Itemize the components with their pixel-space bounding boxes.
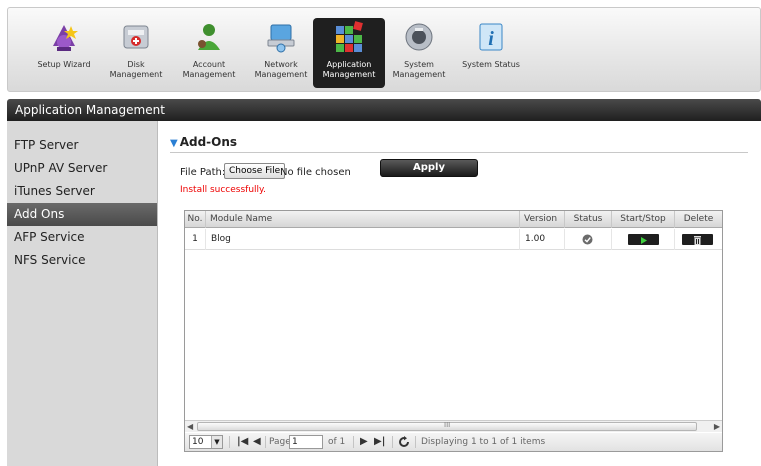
cell-status	[565, 229, 612, 250]
page-number-input[interactable]: 1	[289, 435, 323, 449]
column-header-delete[interactable]: Delete	[675, 211, 722, 228]
divider	[170, 152, 748, 153]
panel-title[interactable]: ▼ Add-Ons	[170, 135, 237, 149]
separator	[265, 436, 266, 448]
toolbar-label-line2: Management	[254, 70, 308, 79]
main-panel: ▼ Add-Ons File Path: Choose File No file …	[158, 121, 761, 466]
toolbar-network-management[interactable]: Network Management	[245, 18, 317, 88]
system-icon	[405, 23, 433, 51]
next-page-icon[interactable]: ▶	[360, 435, 368, 449]
choose-file-button[interactable]: Choose File	[224, 163, 286, 179]
cell-no: 1	[185, 229, 206, 250]
toolbar-account-management[interactable]: Account Management	[173, 18, 245, 88]
main-toolbar: Setup Wizard Disk Management Account Manag…	[7, 7, 761, 92]
toolbar-label: Disk	[127, 60, 145, 69]
chevron-down-icon[interactable]: ▼	[211, 436, 222, 448]
cell-delete	[675, 229, 722, 250]
scroll-thumb[interactable]: III	[197, 421, 697, 431]
scroll-right-icon[interactable]: ▶	[714, 421, 720, 432]
page-label: Page	[269, 437, 291, 447]
page-size-value: 10	[192, 437, 204, 447]
toolbar-system-status[interactable]: i System Status	[455, 18, 527, 88]
separator	[353, 436, 354, 448]
toolbar-label-line2: Management	[392, 70, 446, 79]
account-icon	[198, 24, 220, 50]
file-path-label: File Path:	[180, 167, 226, 178]
app-root: Setup Wizard Disk Management Account Manag…	[0, 0, 761, 466]
toolbar-label: System	[404, 60, 434, 69]
panel-title-text: Add-Ons	[179, 135, 238, 149]
page-size-select[interactable]: 10 ▼	[189, 435, 223, 449]
svg-text:i: i	[488, 28, 494, 50]
column-header-status[interactable]: Status	[565, 211, 612, 228]
sidebar-item-add-ons[interactable]: Add Ons	[7, 203, 157, 226]
prev-page-icon[interactable]: ◀	[253, 435, 261, 449]
wizard-icon	[53, 25, 78, 51]
sidebar-item-upnp-av-server[interactable]: UPnP AV Server	[7, 157, 157, 180]
cell-start-stop	[612, 229, 675, 250]
last-page-icon[interactable]: ▶|	[374, 435, 385, 449]
sidebar-item-itunes-server[interactable]: iTunes Server	[7, 180, 157, 203]
column-header-start-stop[interactable]: Start/Stop	[612, 211, 675, 228]
info-icon: i	[479, 23, 503, 51]
toolbar-disk-management[interactable]: Disk Management	[100, 18, 172, 88]
sidebar-item-nfs-service[interactable]: NFS Service	[7, 249, 157, 272]
toolbar-label-line2: Management	[182, 70, 236, 79]
toolbar-label: Setup Wizard	[37, 60, 91, 69]
scroll-left-icon[interactable]: ◀	[187, 421, 193, 432]
application-icon	[336, 21, 363, 52]
separator	[415, 436, 416, 448]
section-title: Application Management	[7, 99, 761, 121]
toolbar-label: Application	[326, 60, 372, 69]
apply-button[interactable]: Apply	[380, 159, 478, 177]
status-check-icon	[582, 234, 593, 245]
table-header: No. Module Name Version Status Start/Sto…	[185, 211, 722, 228]
toolbar-label: Network	[264, 60, 298, 69]
toolbar-setup-wizard[interactable]: Setup Wizard	[28, 18, 100, 88]
toolbar-system-management[interactable]: System Management	[383, 18, 455, 88]
first-page-icon[interactable]: |◀	[237, 435, 248, 449]
table-row[interactable]: 1 Blog 1.00	[185, 229, 722, 250]
no-file-text: No file chosen	[280, 167, 351, 178]
addons-table: No. Module Name Version Status Start/Sto…	[184, 210, 723, 452]
collapse-triangle-icon[interactable]: ▼	[170, 138, 178, 149]
toolbar-label-line2: Management	[109, 70, 163, 79]
toolbar-label: System Status	[462, 60, 520, 69]
sidebar-item-afp-service[interactable]: AFP Service	[7, 226, 157, 249]
pagination-bar: 10 ▼ |◀ ◀ Page 1 of 1 ▶ ▶| Displaying 1 …	[185, 433, 722, 451]
toolbar-application-management[interactable]: Application Management	[313, 18, 385, 88]
cell-version: 1.00	[520, 229, 565, 250]
sidebar: FTP Server UPnP AV Server iTunes Server …	[7, 121, 158, 466]
disk-icon	[123, 25, 149, 49]
refresh-icon[interactable]	[398, 436, 410, 448]
start-button[interactable]	[628, 234, 659, 245]
horizontal-scrollbar[interactable]: ◀ III ▶	[185, 420, 722, 432]
sidebar-item-ftp-server[interactable]: FTP Server	[7, 134, 157, 157]
delete-button[interactable]	[682, 234, 713, 245]
play-icon	[641, 237, 647, 244]
column-header-module-name[interactable]: Module Name	[206, 211, 520, 228]
toolbar-label: Account	[192, 60, 226, 69]
display-count-text: Displaying 1 to 1 of 1 items	[421, 437, 546, 447]
cell-module-name: Blog	[206, 229, 520, 250]
column-header-version[interactable]: Version	[520, 211, 565, 228]
column-header-no[interactable]: No.	[185, 211, 206, 228]
separator	[229, 436, 230, 448]
toolbar-label-line2: Management	[322, 70, 376, 79]
trash-icon	[694, 236, 701, 245]
status-message: Install successfully.	[180, 185, 266, 195]
page-of-text: of 1	[328, 437, 346, 447]
scroll-thumb-grip: III	[444, 421, 451, 429]
separator	[392, 436, 393, 448]
network-icon	[267, 24, 295, 53]
